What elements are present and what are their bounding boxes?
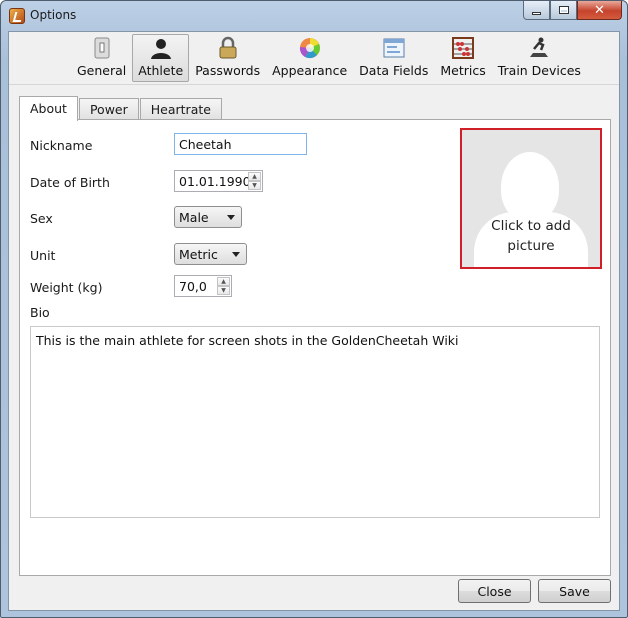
- bio-text: This is the main athlete for screen shot…: [36, 333, 459, 348]
- close-window-button[interactable]: ✕: [577, 1, 622, 20]
- spin-up-icon[interactable]: ▲: [248, 172, 261, 181]
- unit-value: Metric: [179, 247, 218, 262]
- chevron-down-icon: [232, 252, 240, 257]
- nickname-label: Nickname: [30, 138, 93, 153]
- close-icon: ✕: [594, 2, 605, 18]
- tab-heartrate[interactable]: Heartrate: [139, 98, 222, 120]
- options-window: Options ✕ General Athlete Passwords Appe…: [0, 0, 628, 618]
- cyclist-icon: [530, 37, 549, 57]
- tab-about[interactable]: About: [19, 96, 78, 121]
- toolbar-item-appearance[interactable]: Appearance: [266, 34, 353, 82]
- bio-textarea[interactable]: This is the main athlete for screen shot…: [30, 326, 600, 518]
- form-icon: [383, 38, 405, 58]
- chevron-down-icon: [227, 215, 235, 220]
- tab-power[interactable]: Power: [78, 98, 139, 120]
- toolbar-item-data-fields[interactable]: Data Fields: [353, 34, 434, 82]
- app-icon: [9, 8, 25, 24]
- sex-label: Sex: [30, 211, 53, 226]
- sex-select[interactable]: Male: [174, 206, 242, 228]
- maximize-icon: [558, 6, 569, 14]
- spin-down-icon[interactable]: ▼: [217, 286, 230, 295]
- title-bar[interactable]: Options ✕: [1, 1, 627, 31]
- unit-select[interactable]: Metric: [174, 243, 247, 265]
- about-panel: Nickname Cheetah Date of Birth 01.01.199…: [19, 119, 611, 576]
- dialog-client-area: General Athlete Passwords Appearance Dat…: [8, 31, 620, 611]
- spin-down-icon[interactable]: ▼: [248, 181, 261, 190]
- weight-spinner[interactable]: ▲ ▼: [217, 277, 230, 295]
- bio-label: Bio: [30, 305, 50, 320]
- date-spinner[interactable]: ▲ ▼: [248, 172, 261, 190]
- toolbar-item-label: Train Devices: [497, 63, 581, 78]
- weight-field[interactable]: 70,0 ▲ ▼: [174, 275, 232, 297]
- abacus-icon: [452, 37, 475, 59]
- toolbar-item-metrics[interactable]: Metrics: [434, 34, 491, 82]
- toolbar-item-label: General: [77, 63, 127, 78]
- switch-icon: [94, 37, 110, 59]
- toolbar-item-general[interactable]: General: [71, 34, 132, 82]
- spin-up-icon[interactable]: ▲: [217, 277, 230, 286]
- toolbar-item-passwords[interactable]: Passwords: [189, 34, 266, 82]
- weight-label: Weight (kg): [30, 280, 103, 295]
- athlete-tabs: About Power Heartrate: [19, 96, 223, 121]
- date-of-birth-label: Date of Birth: [30, 175, 110, 190]
- add-picture-label: Click to add picture: [491, 218, 571, 254]
- options-toolbar: General Athlete Passwords Appearance Dat…: [9, 32, 619, 84]
- toolbar-item-athlete[interactable]: Athlete: [132, 34, 190, 82]
- toolbar-item-label: Metrics: [440, 63, 486, 78]
- save-button[interactable]: Save: [538, 579, 611, 603]
- toolbar-item-label: Passwords: [195, 63, 261, 78]
- athlete-picture[interactable]: Click to add picture: [460, 128, 602, 269]
- toolbar-item-label: Appearance: [272, 63, 348, 78]
- person-icon: [150, 39, 171, 59]
- unit-label: Unit: [30, 248, 56, 263]
- sex-value: Male: [179, 210, 209, 225]
- date-of-birth-value: 01.01.1990: [179, 174, 251, 189]
- nickname-value: Cheetah: [179, 137, 232, 152]
- lock-icon: [219, 36, 237, 59]
- toolbar-item-train-devices[interactable]: Train Devices: [492, 34, 587, 82]
- toolbar-separator: [9, 84, 619, 85]
- date-of-birth-field[interactable]: 01.01.1990 ▲ ▼: [174, 170, 263, 192]
- toolbar-item-label: Data Fields: [359, 63, 429, 78]
- maximize-button[interactable]: [550, 1, 577, 20]
- toolbar-item-label: Athlete: [138, 63, 184, 78]
- minimize-button[interactable]: [523, 1, 550, 20]
- window-title: Options: [30, 8, 77, 22]
- close-button[interactable]: Close: [458, 579, 531, 603]
- nickname-field[interactable]: Cheetah: [174, 133, 307, 155]
- color-wheel-icon: [299, 38, 320, 59]
- window-controls: ✕: [523, 1, 622, 21]
- weight-value: 70,0: [179, 279, 207, 294]
- minimize-icon: [532, 12, 541, 15]
